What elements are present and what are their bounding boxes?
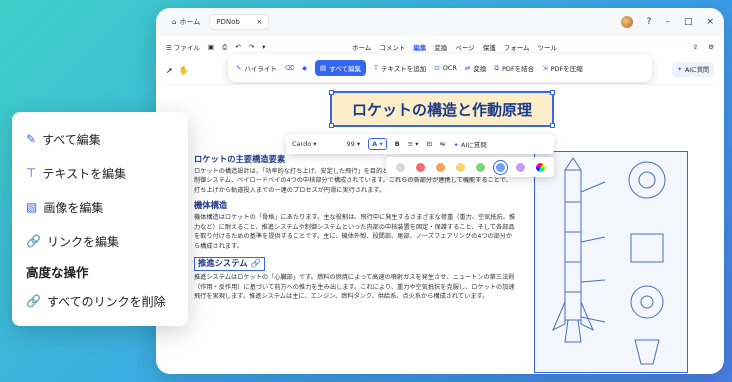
convert-icon: ⇄ [464,64,471,72]
close-icon[interactable]: × [706,17,714,27]
avatar[interactable] [620,16,633,28]
text-icon: T [373,64,378,72]
section-paragraph[interactable]: 推進システムはロケットの「心臓部」です。燃料の燃焼によって高速の噴射ガスを発生さ… [194,273,518,302]
tool-row: ➚ ✋ ✎ ハイライト ⌫ ◆ ▤ すべて編集 T テキストを追加 ⊡ OCR ⇄ 変換 … [156,54,724,82]
file-menu[interactable]: ☰ ファイル [166,42,200,52]
bold-button[interactable]: B [395,140,400,148]
compress-icon: ⇲ [542,64,548,72]
color-swatch[interactable] [395,162,405,172]
image-icon: ▧ [26,200,38,214]
doc-tab[interactable]: PDNob × [210,15,269,29]
shape-icon: ◆ [302,64,308,72]
edit-options-panel: ✎ すべて編集 ⊤ テキストを編集 ▧ 画像を編集 🔗 リンクを編集 高度な操作 🔗 すべ… [12,112,188,326]
select-icon[interactable]: ➚ [166,66,173,75]
ocr-icon: ⊡ [434,64,440,72]
custom-color-swatch[interactable] [535,162,545,172]
print-icon[interactable]: ⎙ [222,43,227,52]
color-swatch[interactable] [455,162,465,172]
home-icon: ⌂ [172,18,177,26]
color-swatch[interactable] [515,162,525,172]
textbox-icon[interactable]: ⊟ [426,140,431,148]
home-tab[interactable]: ⌂ ホーム [166,14,206,30]
highlight-button[interactable]: ✎ ハイライト [236,63,277,73]
more-icon[interactable]: ▾ [262,43,265,51]
redo-icon[interactable]: ↷ [249,43,254,51]
ai-ask-button[interactable]: ✦ AIに質問 [672,62,714,77]
font-select[interactable]: Cardo ▾ [292,140,317,148]
text-column: ロケットの主要構造要素 ロケットの構造設計は、「効率的な打ち上げ、安定した飛行」… [194,154,518,308]
edit-doc-icon: ✎ [26,132,37,146]
color-swatch[interactable] [475,162,485,172]
unlink-icon: 🔗 [26,294,41,308]
merge-icon: ⧉ [494,63,500,72]
shape-button[interactable]: ◆ [302,64,307,72]
edit-all-option[interactable]: ✎ すべて編集 [26,122,174,156]
align-icon[interactable]: ≡ ▾ [408,140,419,148]
color-palette [386,157,554,177]
menu-tab[interactable]: 編集 [413,42,426,52]
compress-button[interactable]: ⇲ PDFを圧縮 [542,63,583,73]
doc-title[interactable]: ロケットの構造と作動原理 [329,90,555,128]
add-text-button[interactable]: T テキストを追加 [374,63,426,73]
save-icon[interactable]: ▣ [208,43,214,51]
edit-image-option[interactable]: ▧ 画像を編集 [26,190,174,224]
help-icon[interactable]: ? [647,17,652,27]
remove-links-option[interactable]: 🔗 すべてのリンクを削除 [26,284,174,318]
link-icon: 🔗 [250,258,261,269]
linked-heading[interactable]: 推進システム 🔗 [194,257,265,271]
eraser-button[interactable]: ⌫ [285,64,294,72]
app-window: ⌂ ホーム PDNob × ? – □ × ☰ ファイル ▣ ⎙ ↶ ↷ ▾ ホーム… [156,8,724,374]
edit-all-button[interactable]: ▤ すべて編集 [315,60,366,76]
close-tab-icon[interactable]: × [256,18,262,26]
color-swatch[interactable] [435,162,445,172]
menu-tab[interactable]: コメント [379,42,405,52]
menu-tab[interactable]: 変換 [434,42,447,52]
eraser-icon: ⌫ [284,64,295,72]
rocket-diagram-image[interactable] [534,151,688,373]
format-toolbar: Cardo ▾ 99 ▾ A ▾ B ≡ ▾ ⊟ ⇆ ✦ AIに質問 [286,134,554,154]
menu-tab[interactable]: ツール [538,42,558,52]
ai-format-button[interactable]: ✦ AIに質問 [453,139,486,149]
undo-icon[interactable]: ↶ [235,43,240,51]
convert-button[interactable]: ⇄ 変換 [465,63,486,73]
minimize-icon[interactable]: – [665,17,670,27]
edit-toolbar: ✎ ハイライト ⌫ ◆ ▤ すべて編集 T テキストを追加 ⊡ OCR ⇄ 変換 ⧉ PDF… [228,54,652,82]
font-size-select[interactable]: 99 ▾ [347,140,361,148]
rocket-diagram-drawing [552,157,666,365]
highlight-icon: ✎ [236,64,242,72]
hand-icon[interactable]: ✋ [179,66,189,75]
merge-button[interactable]: ⧉ PDFを結合 [494,63,534,74]
menu-tab[interactable]: ホーム [352,42,371,52]
menu-tab[interactable]: ページ [455,42,474,52]
maximize-icon[interactable]: □ [684,17,693,27]
text-color-button[interactable]: A ▾ [368,138,387,150]
title-bar: ⌂ ホーム PDNob × ? – □ × [156,8,724,36]
advanced-heading: 高度な操作 [26,264,89,280]
edit-text-option[interactable]: ⊤ テキストを編集 [26,156,174,190]
translate-icon[interactable]: ⇆ [440,140,445,148]
menu-tab[interactable]: フォーム [504,42,530,52]
menu-tab[interactable]: 保護 [483,42,496,52]
color-swatch[interactable] [495,162,505,172]
document-page: ロケットの構造と作動原理 ロケットの主要構造要素 ロケットの構造設計は、「効率的… [166,84,714,374]
edit-link-option[interactable]: 🔗 リンクを編集 [26,224,174,258]
ocr-button[interactable]: ⊡ OCR [434,64,457,72]
section-heading[interactable]: 機体構造 [194,201,518,211]
link-icon: 🔗 [26,234,41,248]
settings-icon[interactable]: ⚙ [708,43,714,51]
share-icon[interactable]: ⇪ [693,43,698,51]
section-paragraph[interactable]: 機体構造はロケットの「骨格」にあたります。主な役割は、飛行中に発生するさまざまな… [194,213,518,251]
text-frame-icon: ⊤ [26,166,37,180]
edit-icon: ▤ [320,64,327,72]
color-swatch[interactable] [415,162,425,172]
sparkle-icon: ✦ [453,141,459,149]
sparkle-icon: ✦ [677,66,683,73]
